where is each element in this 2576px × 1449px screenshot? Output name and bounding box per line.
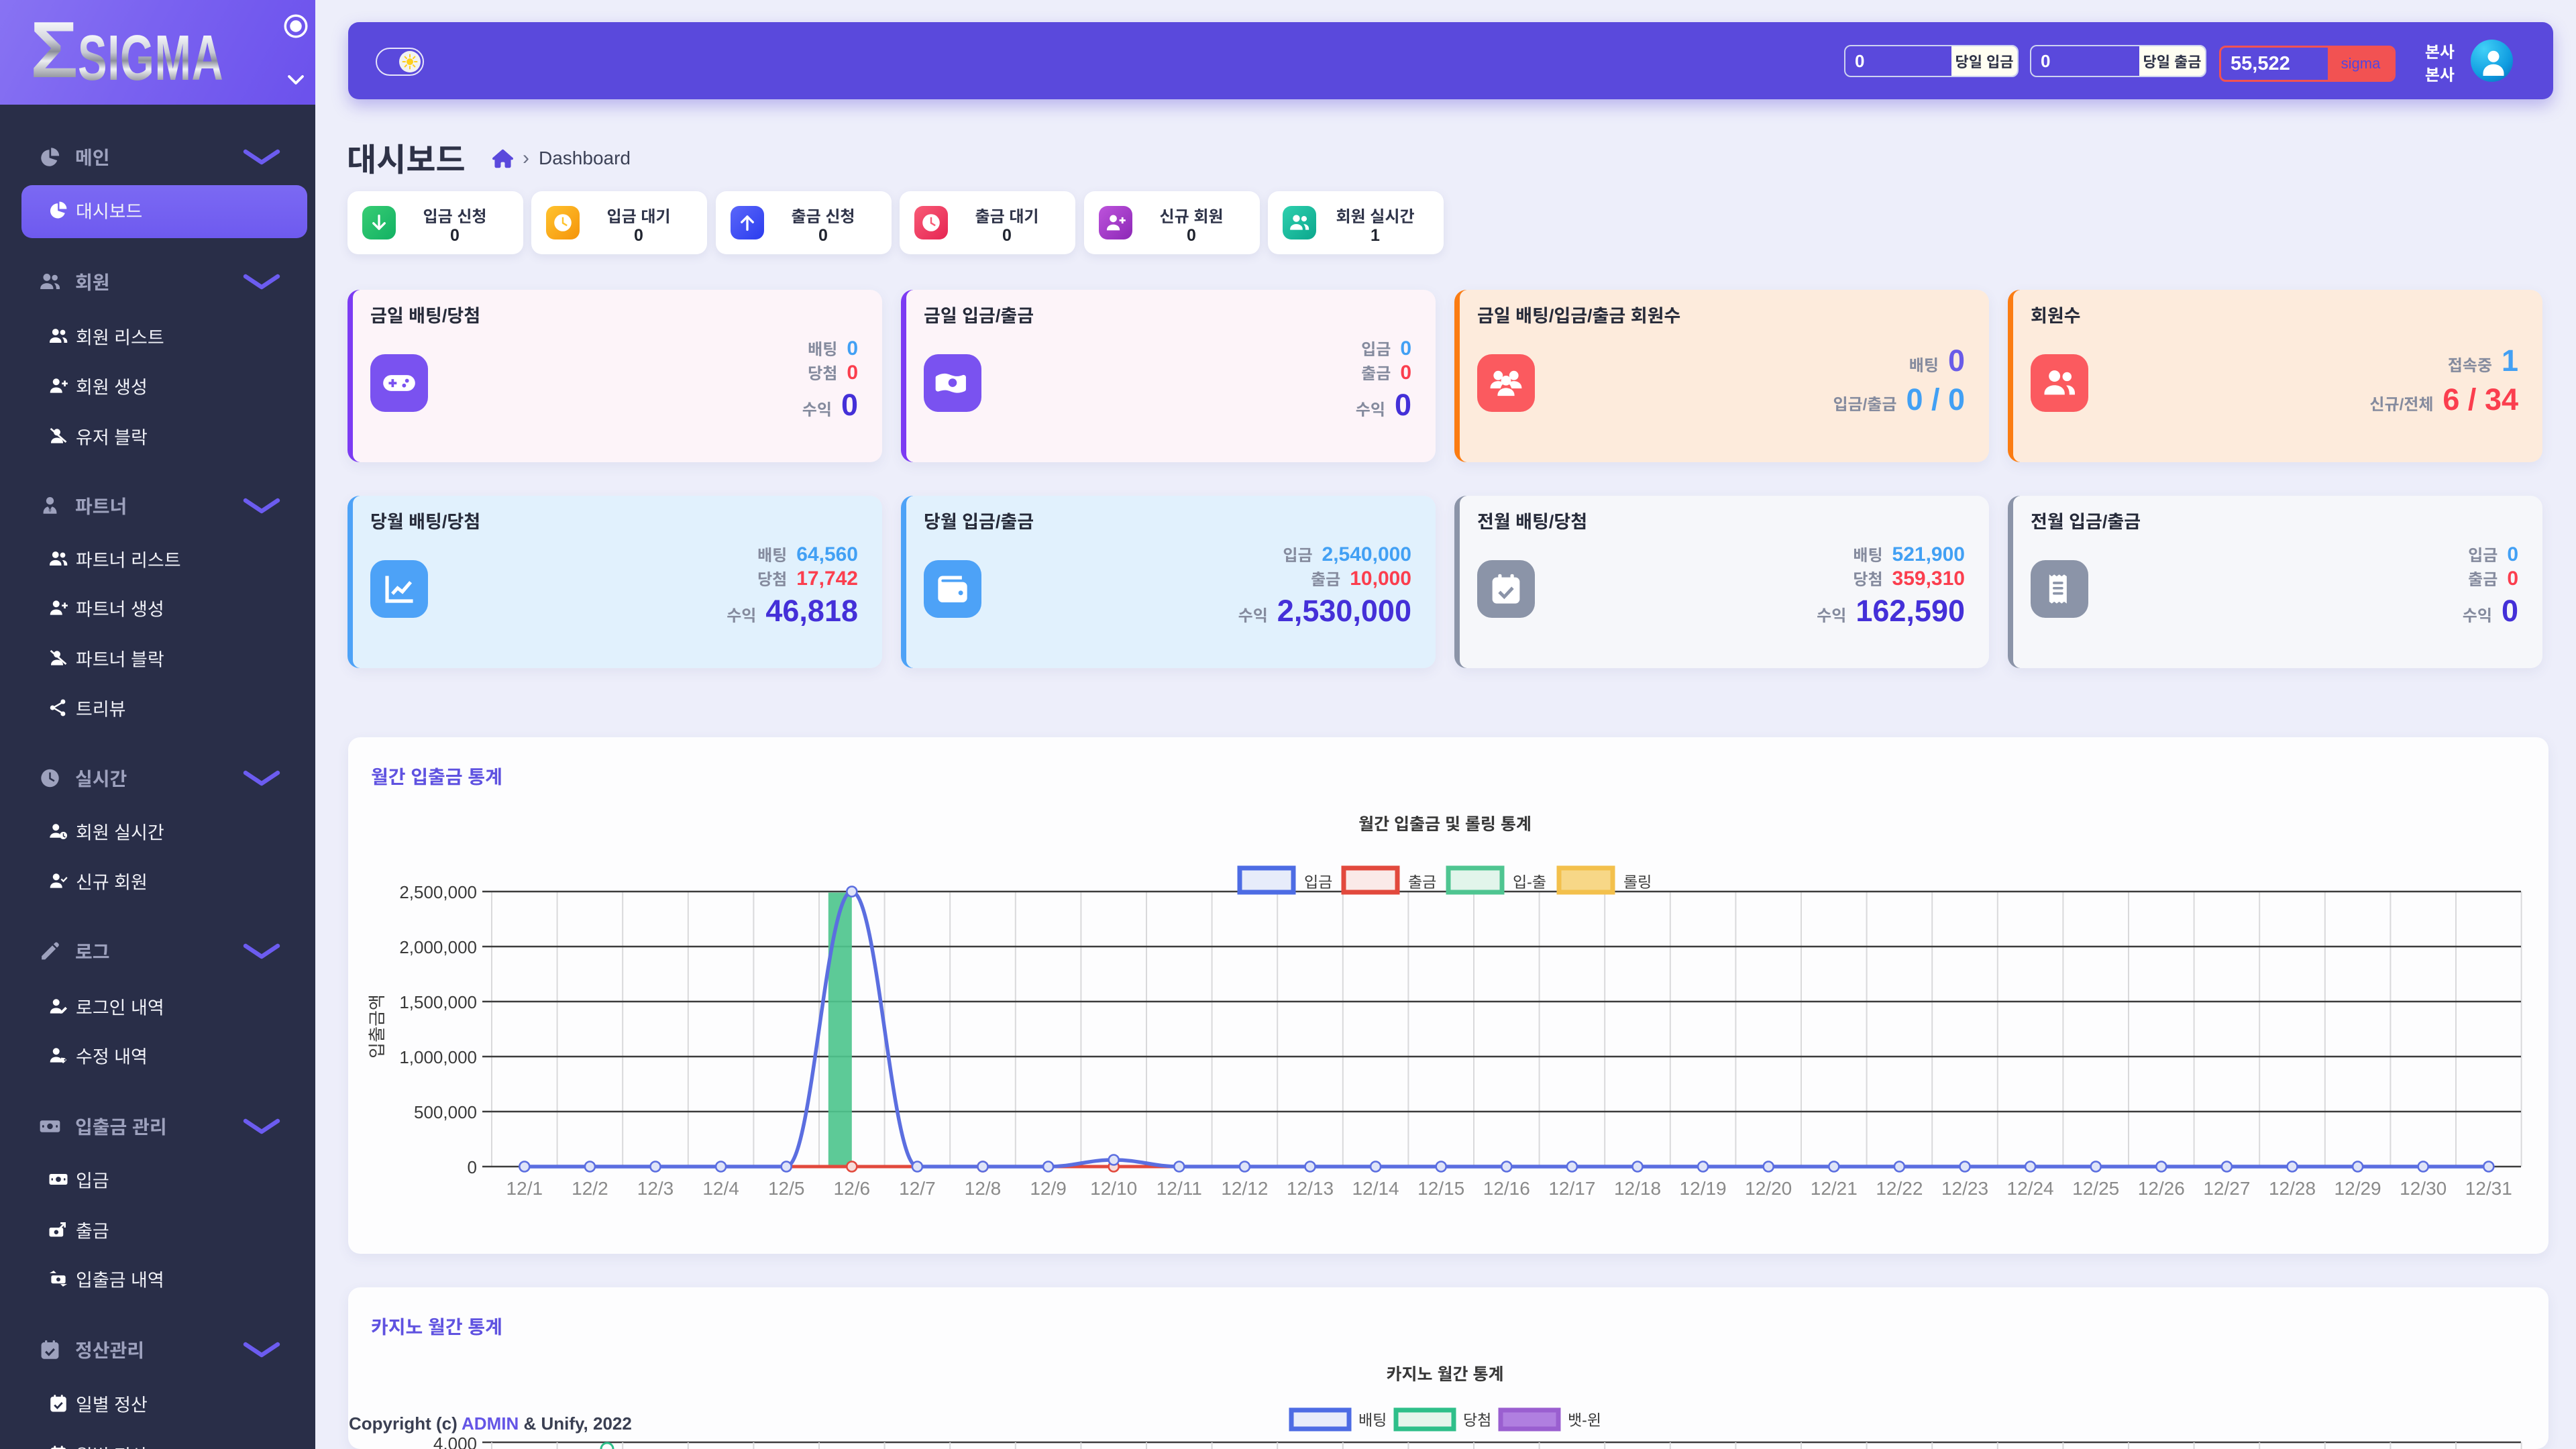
- svg-text:입금: 입금: [1304, 873, 1332, 891]
- svg-text:2,000,000: 2,000,000: [399, 937, 477, 957]
- svg-text:입출금액: 입출금액: [367, 994, 387, 1059]
- svg-text:12/23: 12/23: [1941, 1178, 1988, 1199]
- svg-text:12/10: 12/10: [1090, 1178, 1137, 1199]
- svg-text:월간 입출금 및 롤링 통계: 월간 입출금 및 롤링 통계: [1358, 815, 1532, 834]
- svg-text:2,500,000: 2,500,000: [399, 882, 477, 902]
- svg-text:12/16: 12/16: [1483, 1178, 1530, 1199]
- svg-text:12/25: 12/25: [2072, 1178, 2119, 1199]
- svg-text:12/17: 12/17: [1548, 1178, 1595, 1199]
- svg-text:12/6: 12/6: [834, 1178, 871, 1199]
- svg-text:12/26: 12/26: [2138, 1178, 2185, 1199]
- svg-text:12/19: 12/19: [1680, 1178, 1727, 1199]
- svg-text:12/4: 12/4: [702, 1178, 739, 1199]
- svg-text:당첨: 당첨: [1463, 1411, 1491, 1429]
- svg-text:500,000: 500,000: [414, 1102, 477, 1122]
- svg-text:12/7: 12/7: [899, 1178, 936, 1199]
- svg-text:카지노 월간 통계: 카지노 월간 통계: [1387, 1365, 1504, 1384]
- svg-text:12/8: 12/8: [965, 1178, 1002, 1199]
- svg-text:12/1: 12/1: [506, 1178, 543, 1199]
- svg-text:롤링: 롤링: [1623, 873, 1652, 891]
- svg-text:12/3: 12/3: [637, 1178, 674, 1199]
- svg-text:12/9: 12/9: [1030, 1178, 1067, 1199]
- svg-text:12/22: 12/22: [1876, 1178, 1923, 1199]
- svg-text:12/5: 12/5: [768, 1178, 805, 1199]
- svg-text:12/14: 12/14: [1352, 1178, 1399, 1199]
- svg-text:12/11: 12/11: [1157, 1178, 1202, 1199]
- svg-text:뱃-윈: 뱃-윈: [1568, 1411, 1601, 1429]
- svg-text:12/30: 12/30: [2400, 1178, 2447, 1199]
- svg-text:12/29: 12/29: [2334, 1178, 2381, 1199]
- svg-text:12/31: 12/31: [2465, 1178, 2512, 1199]
- svg-text:12/12: 12/12: [1221, 1178, 1268, 1199]
- svg-text:12/21: 12/21: [1811, 1178, 1858, 1199]
- svg-text:입-출: 입-출: [1513, 873, 1546, 891]
- svg-text:12/27: 12/27: [2203, 1178, 2250, 1199]
- svg-text:출금: 출금: [1408, 873, 1436, 891]
- svg-text:12/20: 12/20: [1745, 1178, 1792, 1199]
- svg-text:1,000,000: 1,000,000: [399, 1047, 477, 1067]
- svg-text:12/28: 12/28: [2269, 1178, 2316, 1199]
- svg-text:0: 0: [468, 1157, 477, 1177]
- svg-text:12/24: 12/24: [2007, 1178, 2054, 1199]
- svg-text:1,500,000: 1,500,000: [399, 992, 477, 1012]
- svg-text:12/2: 12/2: [572, 1178, 608, 1199]
- svg-text:12/15: 12/15: [1417, 1178, 1464, 1199]
- svg-text:4,000: 4,000: [433, 1434, 477, 1449]
- svg-text:12/18: 12/18: [1614, 1178, 1661, 1199]
- svg-text:12/13: 12/13: [1287, 1178, 1334, 1199]
- svg-text:배팅: 배팅: [1358, 1411, 1387, 1429]
